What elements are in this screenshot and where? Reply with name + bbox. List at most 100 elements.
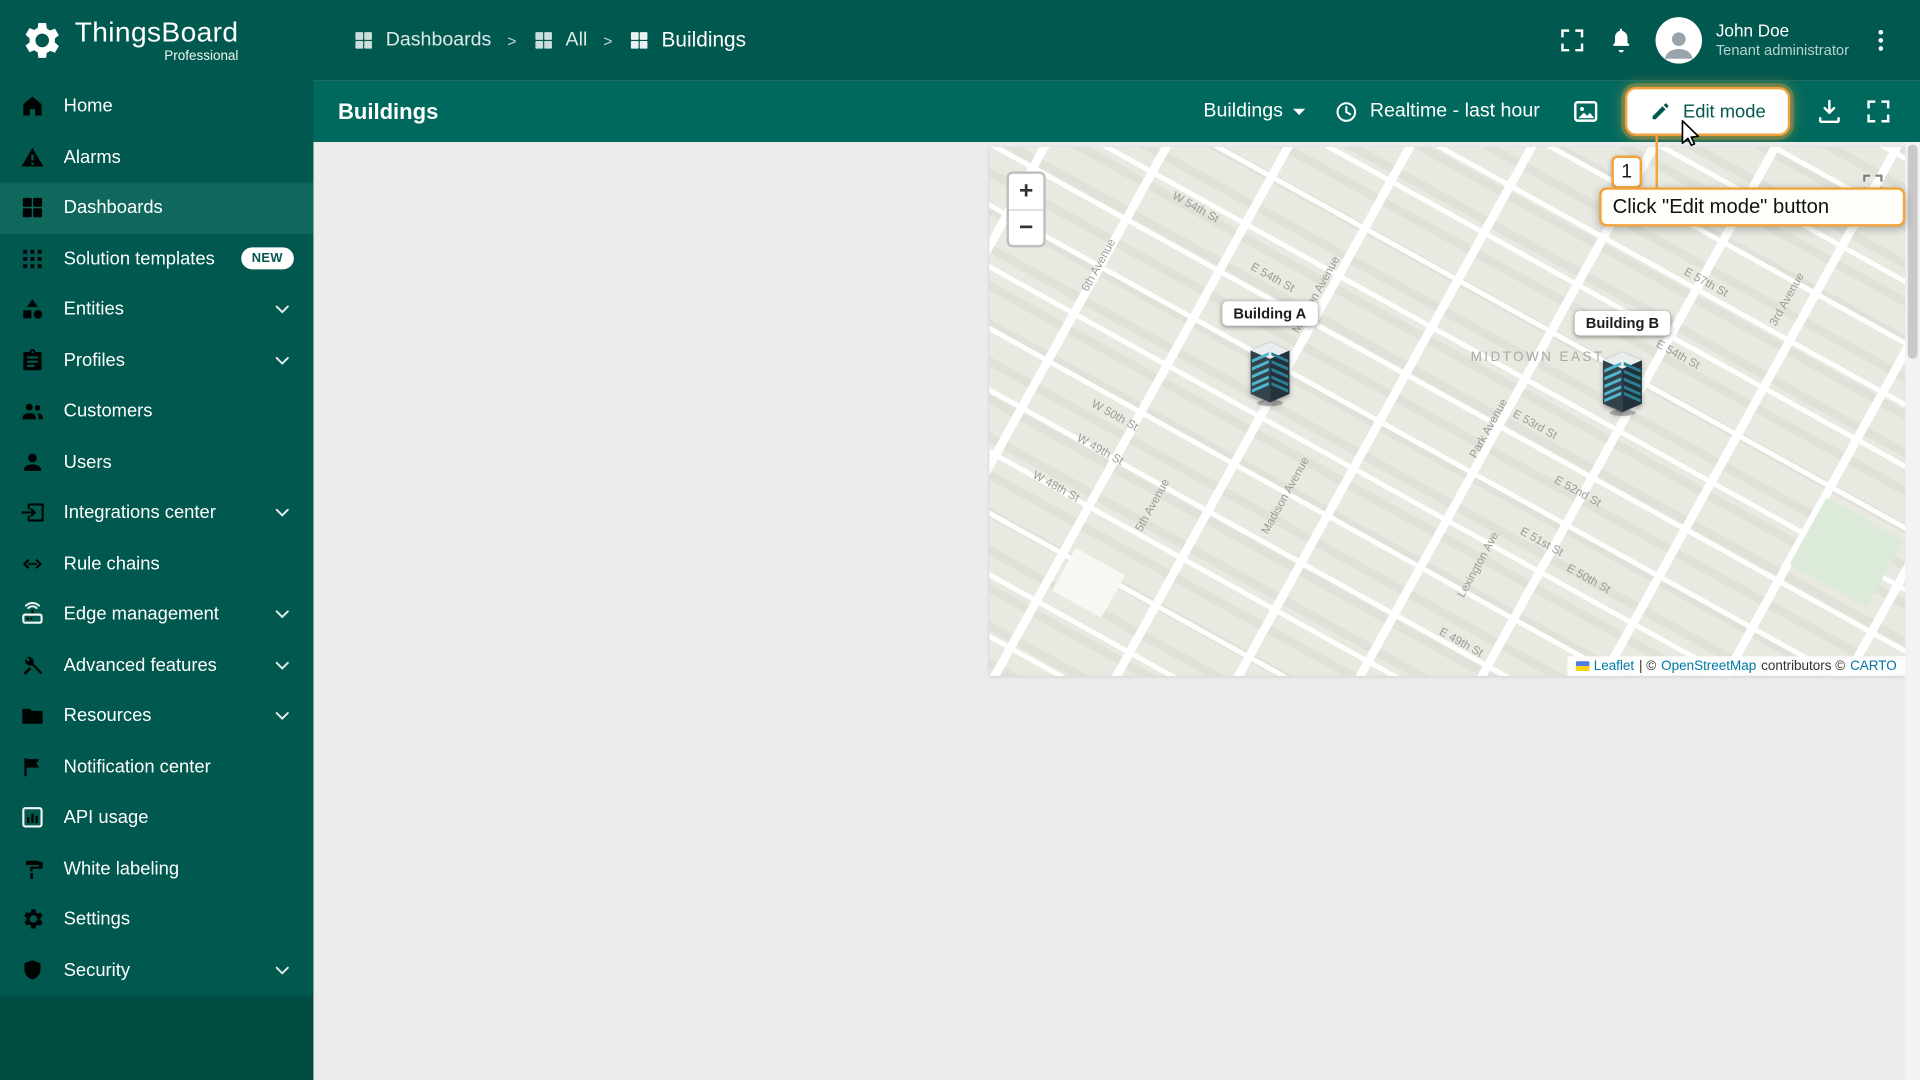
sidebar-item-rule-chains[interactable]: Rule chains bbox=[0, 538, 314, 589]
breadcrumb-label: All bbox=[565, 29, 588, 51]
sidebar-item-alarms[interactable]: Alarms bbox=[0, 131, 314, 183]
sidebar-item-solution-templates[interactable]: Solution templates NEW bbox=[0, 233, 314, 285]
map-marker-building-b[interactable]: Building B bbox=[1574, 311, 1671, 417]
dashboard-content: 6th Avenue W 54th St E 54th St Madison Aven… bbox=[313, 142, 1920, 1080]
more-menu-button[interactable] bbox=[1856, 16, 1905, 65]
sidebar-item-users[interactable]: Users bbox=[0, 436, 314, 488]
zoom-in-button[interactable]: + bbox=[1009, 174, 1043, 210]
map-marker-building-a[interactable]: Building A bbox=[1222, 301, 1318, 407]
logo-title: ThingsBoard bbox=[74, 16, 239, 49]
sidebar-item-advanced-features[interactable]: Advanced features bbox=[0, 639, 314, 691]
building-icon bbox=[1248, 334, 1292, 407]
sidebar-item-label: Alarms bbox=[63, 146, 121, 168]
mouse-cursor bbox=[1676, 119, 1700, 152]
logo-subtitle: Professional bbox=[164, 48, 239, 64]
sidebar-item-label: Dashboards bbox=[63, 197, 163, 219]
notification-icon bbox=[20, 754, 46, 780]
sidebar-item-entities[interactable]: Entities bbox=[0, 284, 314, 335]
sidebar-item-home[interactable]: Home bbox=[0, 80, 314, 132]
breadcrumb-buildings[interactable]: Buildings bbox=[628, 28, 746, 52]
sidebar-item-settings[interactable]: Settings bbox=[0, 893, 314, 945]
entities-icon bbox=[20, 297, 46, 323]
openstreetmap-link[interactable]: OpenStreetMap bbox=[1661, 659, 1756, 674]
chevron-down-icon bbox=[271, 298, 294, 321]
sidebar-item-white-labeling[interactable]: White labeling bbox=[0, 843, 314, 894]
scrollbar[interactable] bbox=[1905, 142, 1920, 1080]
breadcrumb-separator: > bbox=[603, 31, 613, 50]
chevron-down-icon bbox=[271, 603, 294, 626]
integrations-icon bbox=[20, 500, 46, 526]
kebab-menu-icon bbox=[1866, 26, 1895, 55]
map-attribution: Leaflet | © OpenStreetMap contributors ©… bbox=[1566, 656, 1906, 676]
sidebar-item-label: API usage bbox=[63, 807, 149, 829]
chevron-down-icon bbox=[271, 349, 294, 372]
tutorial-callout: Click "Edit mode" button bbox=[1599, 187, 1906, 227]
carto-link[interactable]: CARTO bbox=[1850, 659, 1897, 674]
sidebar-item-dashboards[interactable]: Dashboards bbox=[0, 182, 314, 234]
bell-icon bbox=[1607, 26, 1636, 55]
new-badge: NEW bbox=[240, 247, 294, 270]
breadcrumb-label: Dashboards bbox=[385, 29, 492, 51]
white-labeling-icon bbox=[20, 856, 46, 882]
app-logo[interactable]: ThingsBoard Professional bbox=[0, 0, 314, 81]
sidebar: ThingsBoard Professional Home Alarms Dashb… bbox=[0, 0, 314, 1080]
sidebar-item-label: Home bbox=[63, 95, 113, 117]
image-gallery-button[interactable] bbox=[1562, 87, 1611, 136]
sidebar-item-customers[interactable]: Customers bbox=[0, 385, 314, 437]
attribution-text: contributors © bbox=[1761, 658, 1846, 674]
user-role: Tenant administrator bbox=[1715, 41, 1849, 60]
sidebar-item-integrations-center[interactable]: Integrations center bbox=[0, 487, 314, 539]
zoom-out-button[interactable]: − bbox=[1008, 209, 1044, 245]
sidebar-item-profiles[interactable]: Profiles bbox=[0, 334, 314, 386]
chevron-down-icon bbox=[271, 501, 294, 524]
breadcrumb-dashboards[interactable]: Dashboards bbox=[353, 29, 492, 51]
sidebar-item-label: Resources bbox=[63, 705, 152, 727]
sidebar-item-security[interactable]: Security bbox=[0, 944, 314, 996]
scrollbar-thumb[interactable] bbox=[1907, 144, 1918, 359]
sidebar-item-label: Security bbox=[63, 959, 131, 981]
image-icon bbox=[1572, 97, 1601, 126]
security-icon bbox=[20, 957, 46, 983]
timewindow-button[interactable]: Realtime - last hour bbox=[1333, 99, 1540, 125]
folder-icon bbox=[20, 703, 46, 729]
user-avatar[interactable] bbox=[1655, 17, 1703, 64]
tutorial-step-badge: 1 bbox=[1611, 155, 1643, 189]
user-name: John Doe bbox=[1715, 20, 1790, 41]
sidebar-item-resources[interactable]: Resources bbox=[0, 690, 314, 742]
fullscreen-icon bbox=[1558, 26, 1587, 55]
dashboard-title: Buildings bbox=[337, 98, 439, 124]
chevron-down-icon bbox=[271, 958, 294, 981]
warning-icon bbox=[20, 144, 46, 170]
tutorial-connector-line bbox=[1655, 134, 1658, 190]
app-root: ThingsBoard Professional Home Alarms Dashb… bbox=[0, 0, 1920, 1080]
breadcrumb: Dashboards > All > Buildings bbox=[353, 28, 746, 52]
sidebar-item-edge-management[interactable]: Edge management bbox=[0, 588, 314, 640]
marker-label: Building B bbox=[1574, 311, 1671, 336]
sidebar-item-api-usage[interactable]: API usage bbox=[0, 792, 314, 844]
dashboard-grid-icon bbox=[353, 29, 375, 51]
notifications-button[interactable] bbox=[1597, 16, 1646, 65]
sidebar-item-label: White labeling bbox=[63, 858, 180, 879]
chevron-down-icon bbox=[271, 654, 294, 677]
edge-icon bbox=[20, 602, 46, 628]
caret-down-icon bbox=[1284, 97, 1313, 126]
leaflet-link[interactable]: Leaflet bbox=[1594, 659, 1634, 674]
grid-icon bbox=[20, 195, 46, 221]
topbar: Dashboards > All > Buildings John Doe Te… bbox=[313, 0, 1920, 81]
sidebar-item-label: Entities bbox=[63, 299, 124, 320]
sidebar-menu: Home Alarms Dashboards Solution templates NE… bbox=[0, 80, 314, 996]
sidebar-item-label: Edge management bbox=[63, 603, 219, 625]
state-select-value: Buildings bbox=[1203, 100, 1283, 122]
breadcrumb-all[interactable]: All bbox=[533, 29, 588, 51]
apps-icon bbox=[20, 246, 46, 272]
sidebar-item-label: Rule chains bbox=[63, 553, 160, 574]
dashboard-state-select[interactable]: Buildings bbox=[1203, 97, 1313, 126]
advanced-icon bbox=[20, 652, 46, 678]
edit-mode-button[interactable]: Edit mode bbox=[1625, 86, 1791, 136]
main-area: Dashboards > All > Buildings John Doe Te… bbox=[313, 0, 1920, 1080]
breadcrumb-separator: > bbox=[507, 31, 517, 50]
dashboard-fullscreen-button[interactable] bbox=[1854, 87, 1903, 136]
download-button[interactable] bbox=[1805, 87, 1854, 136]
fullscreen-button[interactable] bbox=[1548, 16, 1597, 65]
sidebar-item-notification-center[interactable]: Notification center bbox=[0, 741, 314, 793]
